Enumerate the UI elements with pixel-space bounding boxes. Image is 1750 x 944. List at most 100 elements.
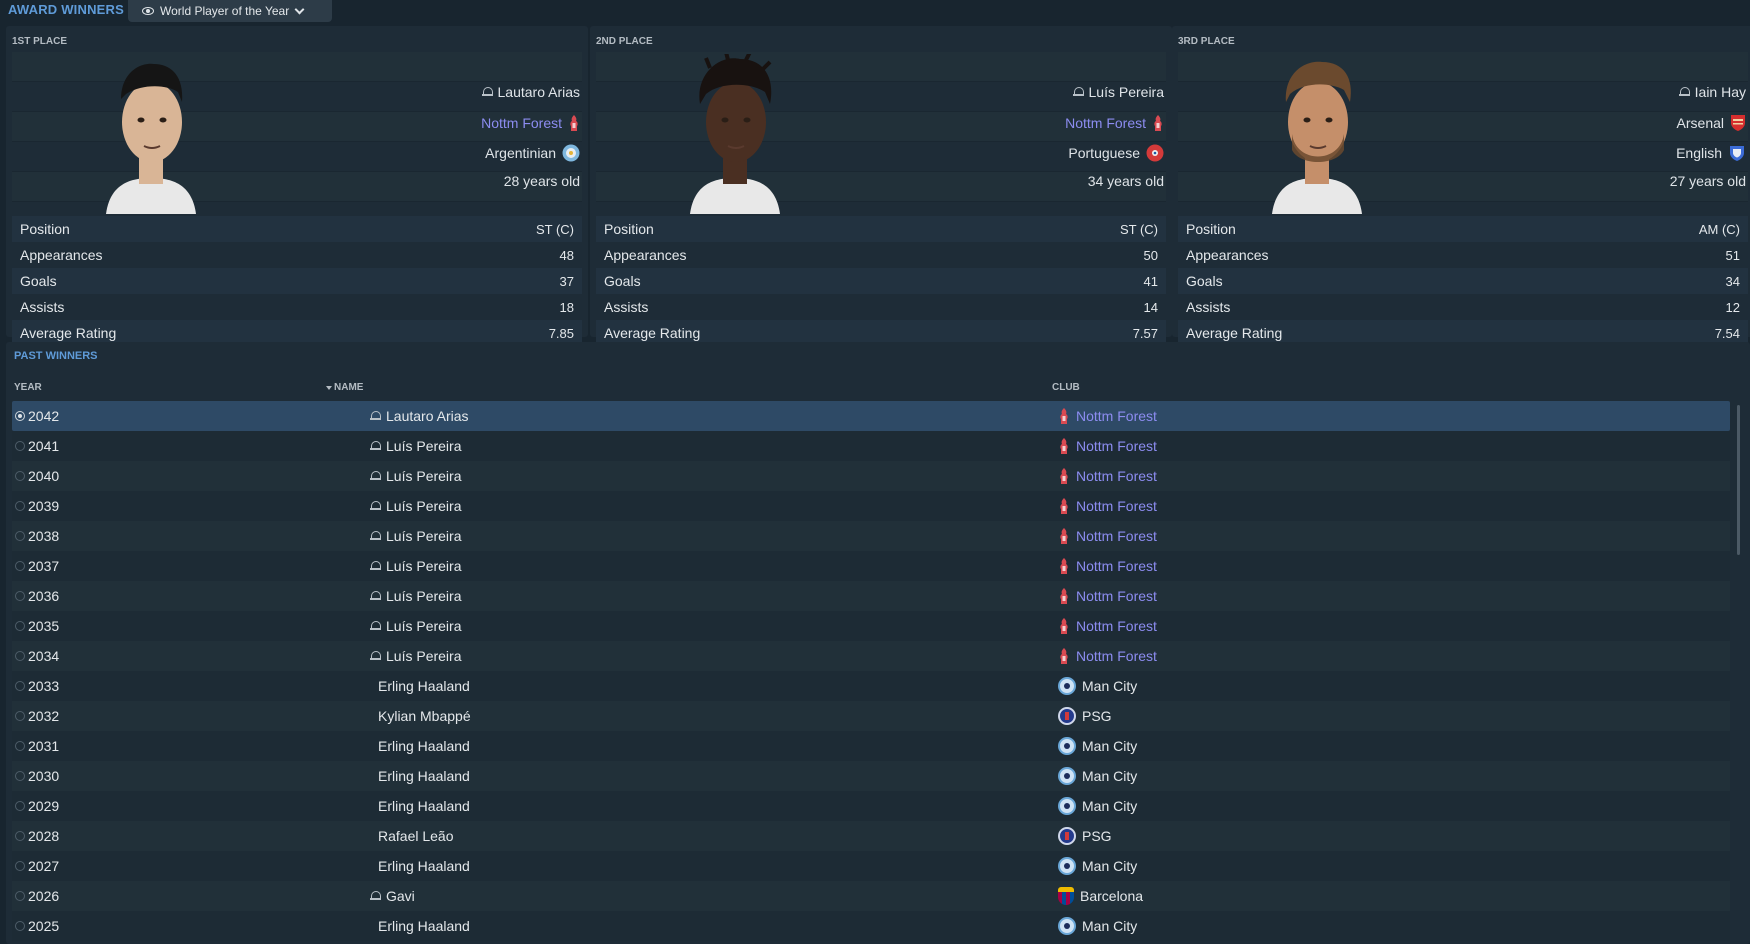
table-row[interactable]: 2037 Luís Pereira Nottm Forest [12,551,1730,581]
row-radio[interactable] [15,681,25,691]
row-club[interactable]: PSG [1058,827,1112,845]
column-header-club[interactable]: CLUB [1052,382,1080,393]
table-row[interactable]: 2039 Luís Pereira Nottm Forest [12,491,1730,521]
row-club[interactable]: Man City [1058,857,1137,875]
podium-card-2: 2ND PLACE Luís Pereira Nottm Forest Portugu… [590,26,1172,346]
row-name[interactable]: Luís Pereira [370,618,461,634]
player-name-link[interactable]: Iain Hay [1678,84,1746,100]
row-club[interactable]: Nottm Forest [1058,557,1157,575]
row-year: 2039 [28,498,60,514]
stat-row: Appearances 48 [12,242,582,268]
row-club[interactable]: Nottm Forest [1058,467,1157,485]
row-name[interactable]: Gavi [370,888,415,904]
table-row[interactable]: 2027 Erling Haaland Man City [12,851,1730,881]
row-radio[interactable] [15,861,25,871]
table-row[interactable]: 2040 Luís Pereira Nottm Forest [12,461,1730,491]
table-row[interactable]: 2038 Luís Pereira Nottm Forest [12,521,1730,551]
player-name-link[interactable]: Lautaro Arias [481,84,580,100]
row-club[interactable]: Man City [1058,737,1137,755]
award-dropdown[interactable]: World Player of the Year [128,0,332,22]
nationality-label: Argentinian [485,145,556,161]
player-name-link[interactable]: Luís Pereira [1072,84,1164,100]
row-club[interactable]: Nottm Forest [1058,587,1157,605]
club-link[interactable]: Nottm Forest [481,114,580,132]
row-name[interactable]: Lautaro Arias [370,408,469,424]
table-row[interactable]: 2033 Erling Haaland Man City [12,671,1730,701]
row-club[interactable]: Nottm Forest [1058,407,1157,425]
row-club[interactable]: Nottm Forest [1058,527,1157,545]
row-radio[interactable] [15,651,25,661]
row-radio[interactable] [15,471,25,481]
table-row[interactable]: 2041 Luís Pereira Nottm Forest [12,431,1730,461]
row-name[interactable]: Luís Pereira [370,528,461,544]
table-row[interactable]: 2042 Lautaro Arias Nottm Forest [12,401,1730,431]
row-name[interactable]: Erling Haaland [378,918,470,934]
england-badge-icon [1730,146,1744,161]
table-row[interactable]: 2025 Erling Haaland Man City [12,911,1730,941]
scrollbar[interactable] [1737,405,1740,555]
column-header-name[interactable]: NAME [326,382,363,393]
row-name[interactable]: Erling Haaland [378,768,470,784]
row-name[interactable]: Erling Haaland [378,738,470,754]
column-header-year[interactable]: YEAR [14,382,42,393]
row-radio[interactable] [15,441,25,451]
row-club[interactable]: Nottm Forest [1058,437,1157,455]
man-city-crest-icon [1058,737,1076,755]
nationality[interactable]: Portuguese [1068,144,1164,162]
row-name[interactable]: Kylian Mbappé [378,708,471,724]
row-radio[interactable] [15,501,25,511]
nottm-forest-crest-icon [1060,618,1068,634]
row-name[interactable]: Rafael Leão [378,828,454,844]
row-name[interactable]: Luís Pereira [370,438,461,454]
table-row[interactable]: 2035 Luís Pereira Nottm Forest [12,611,1730,641]
row-radio[interactable] [15,621,25,631]
row-name[interactable]: Luís Pereira [370,468,461,484]
row-radio[interactable] [15,891,25,901]
table-row[interactable]: 2026 Gavi Barcelona [12,881,1730,911]
nationality[interactable]: English [1676,144,1746,162]
nationality-label: Portuguese [1068,145,1140,161]
stat-row: Goals 41 [596,268,1166,294]
row-radio[interactable] [15,741,25,751]
row-radio[interactable] [15,531,25,541]
row-radio[interactable] [15,801,25,811]
row-name[interactable]: Luís Pereira [370,588,461,604]
row-radio[interactable] [15,921,25,931]
row-name-text: Kylian Mbappé [378,708,471,724]
stat-label: Average Rating [1186,325,1283,341]
row-name[interactable]: Luís Pereira [370,648,461,664]
row-name[interactable]: Erling Haaland [378,798,470,814]
table-row[interactable]: 2030 Erling Haaland Man City [12,761,1730,791]
row-name[interactable]: Erling Haaland [378,858,470,874]
row-club[interactable]: Man City [1058,797,1137,815]
row-club[interactable]: Man City [1058,677,1137,695]
row-radio[interactable] [15,561,25,571]
table-row[interactable]: 2029 Erling Haaland Man City [12,791,1730,821]
nationality[interactable]: Argentinian [485,144,580,162]
row-radio[interactable] [15,591,25,601]
row-club[interactable]: Nottm Forest [1058,497,1157,515]
row-radio[interactable] [15,831,25,841]
table-row[interactable]: 2031 Erling Haaland Man City [12,731,1730,761]
table-row[interactable]: 2036 Luís Pereira Nottm Forest [12,581,1730,611]
row-club[interactable]: PSG [1058,707,1112,725]
club-link[interactable]: Arsenal [1677,114,1746,132]
table-row[interactable]: 2028 Rafael Leão PSG [12,821,1730,851]
row-name-text: Rafael Leão [378,828,454,844]
row-radio[interactable] [15,411,25,421]
table-row[interactable]: 2032 Kylian Mbappé PSG [12,701,1730,731]
row-radio[interactable] [15,711,25,721]
table-row[interactable]: 2034 Luís Pereira Nottm Forest [12,641,1730,671]
row-club[interactable]: Man City [1058,917,1137,935]
row-name[interactable]: Erling Haaland [378,678,470,694]
row-name[interactable]: Luís Pereira [370,558,461,574]
row-radio[interactable] [15,771,25,781]
row-club[interactable]: Nottm Forest [1058,647,1157,665]
row-club[interactable]: Nottm Forest [1058,617,1157,635]
row-club[interactable]: Man City [1058,767,1137,785]
club-link[interactable]: Nottm Forest [1065,114,1164,132]
row-name[interactable]: Luís Pereira [370,498,461,514]
psg-crest-icon [1058,707,1076,725]
row-year: 2035 [28,618,60,634]
row-club[interactable]: Barcelona [1058,887,1143,905]
